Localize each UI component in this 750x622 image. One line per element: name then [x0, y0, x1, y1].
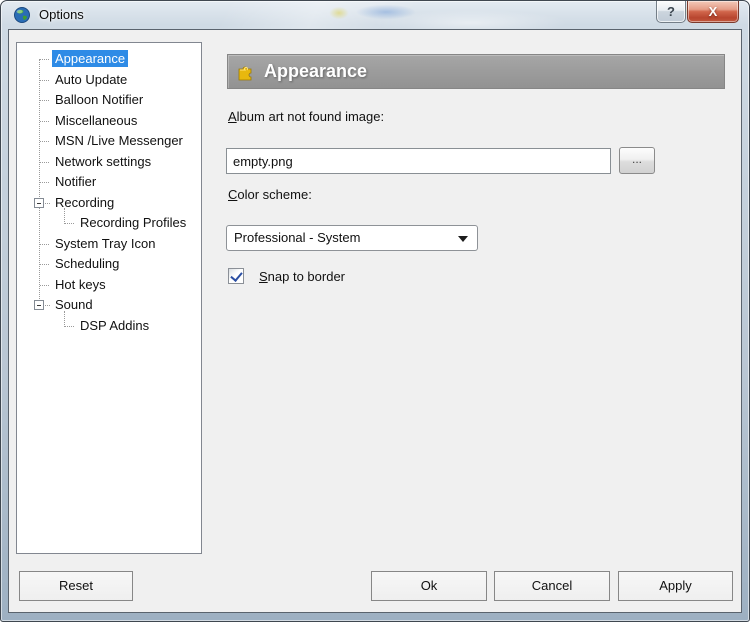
sidebar-item-label: Auto Update — [55, 71, 128, 87]
snap-to-border-checkbox[interactable] — [228, 268, 244, 284]
sidebar-item-label: DSP Addins — [80, 317, 150, 333]
collapse-minus-icon[interactable] — [34, 300, 44, 310]
color-scheme-value: Professional - System — [234, 230, 361, 245]
sidebar-item-auto-update[interactable]: Auto Update — [17, 70, 201, 91]
browse-button[interactable]: ... — [619, 147, 655, 174]
apply-button[interactable]: Apply — [618, 571, 733, 601]
close-button[interactable]: X — [687, 1, 739, 23]
sidebar-item-balloon-notifier[interactable]: Balloon Notifier — [17, 90, 201, 111]
collapse-minus-icon[interactable] — [34, 197, 44, 208]
sidebar-item-label: Hot keys — [55, 276, 106, 292]
sidebar-item-label: Notifier — [55, 174, 97, 189]
sidebar-item-miscellaneous[interactable]: Miscellaneous — [17, 111, 201, 132]
section-title: Appearance — [264, 61, 368, 81]
sidebar-item-recording-profiles[interactable]: Recording Profiles — [17, 208, 201, 234]
options-dialog: Options ? X Appearance Auto Update Ballo… — [0, 0, 750, 622]
ok-button[interactable]: Ok — [371, 571, 487, 601]
color-scheme-label: Color scheme: — [228, 187, 312, 202]
options-tree: Appearance Auto Update Balloon Notifier … — [16, 42, 202, 554]
app-globe-icon — [14, 7, 30, 23]
sidebar-item-label: Scheduling — [55, 256, 120, 271]
cancel-button[interactable]: Cancel — [494, 571, 610, 601]
sidebar-item-label: Appearance — [52, 50, 129, 67]
section-header: Appearance — [227, 54, 725, 89]
window-title: Options — [39, 7, 84, 22]
sidebar-item-hot-keys[interactable]: Hot keys — [17, 275, 201, 296]
sidebar-item-label: Recording Profiles — [80, 215, 187, 230]
sidebar-item-label: Balloon Notifier — [55, 92, 144, 107]
puzzle-piece-icon — [238, 66, 252, 81]
chevron-down-icon — [458, 236, 468, 242]
sidebar-item-scheduling[interactable]: Scheduling — [17, 254, 201, 275]
album-art-label: Album art not found image: — [228, 109, 385, 124]
reset-button[interactable]: Reset — [19, 571, 133, 601]
sidebar-item-notifier[interactable]: Notifier — [17, 172, 201, 193]
help-button[interactable]: ? — [656, 1, 686, 23]
snap-to-border-label: Snap to border — [259, 269, 346, 284]
album-art-input[interactable] — [226, 148, 611, 174]
sidebar-item-label: System Tray Icon — [55, 235, 156, 251]
sidebar-item-label: Network settings — [55, 153, 152, 169]
sidebar-item-msn-live-messenger[interactable]: MSN /Live Messenger — [17, 131, 201, 152]
sidebar-item-label: Miscellaneous — [55, 112, 138, 128]
dialog-body: Appearance Auto Update Balloon Notifier … — [8, 29, 742, 613]
titlebar[interactable]: Options — [1, 1, 749, 29]
sidebar-item-sound[interactable]: Sound — [17, 295, 201, 316]
sidebar-item-recording[interactable]: Recording — [17, 193, 201, 214]
sidebar-item-network-settings[interactable]: Network settings — [17, 152, 201, 173]
sidebar-item-label: MSN /Live Messenger — [55, 133, 183, 148]
sidebar-item-appearance[interactable]: Appearance — [17, 49, 201, 70]
color-scheme-select[interactable]: Professional - System — [226, 225, 478, 251]
sidebar-item-label: Recording — [55, 194, 115, 210]
sidebar-item-system-tray-icon[interactable]: System Tray Icon — [17, 234, 201, 255]
sidebar-item-dsp-addins[interactable]: DSP Addins — [17, 310, 201, 337]
